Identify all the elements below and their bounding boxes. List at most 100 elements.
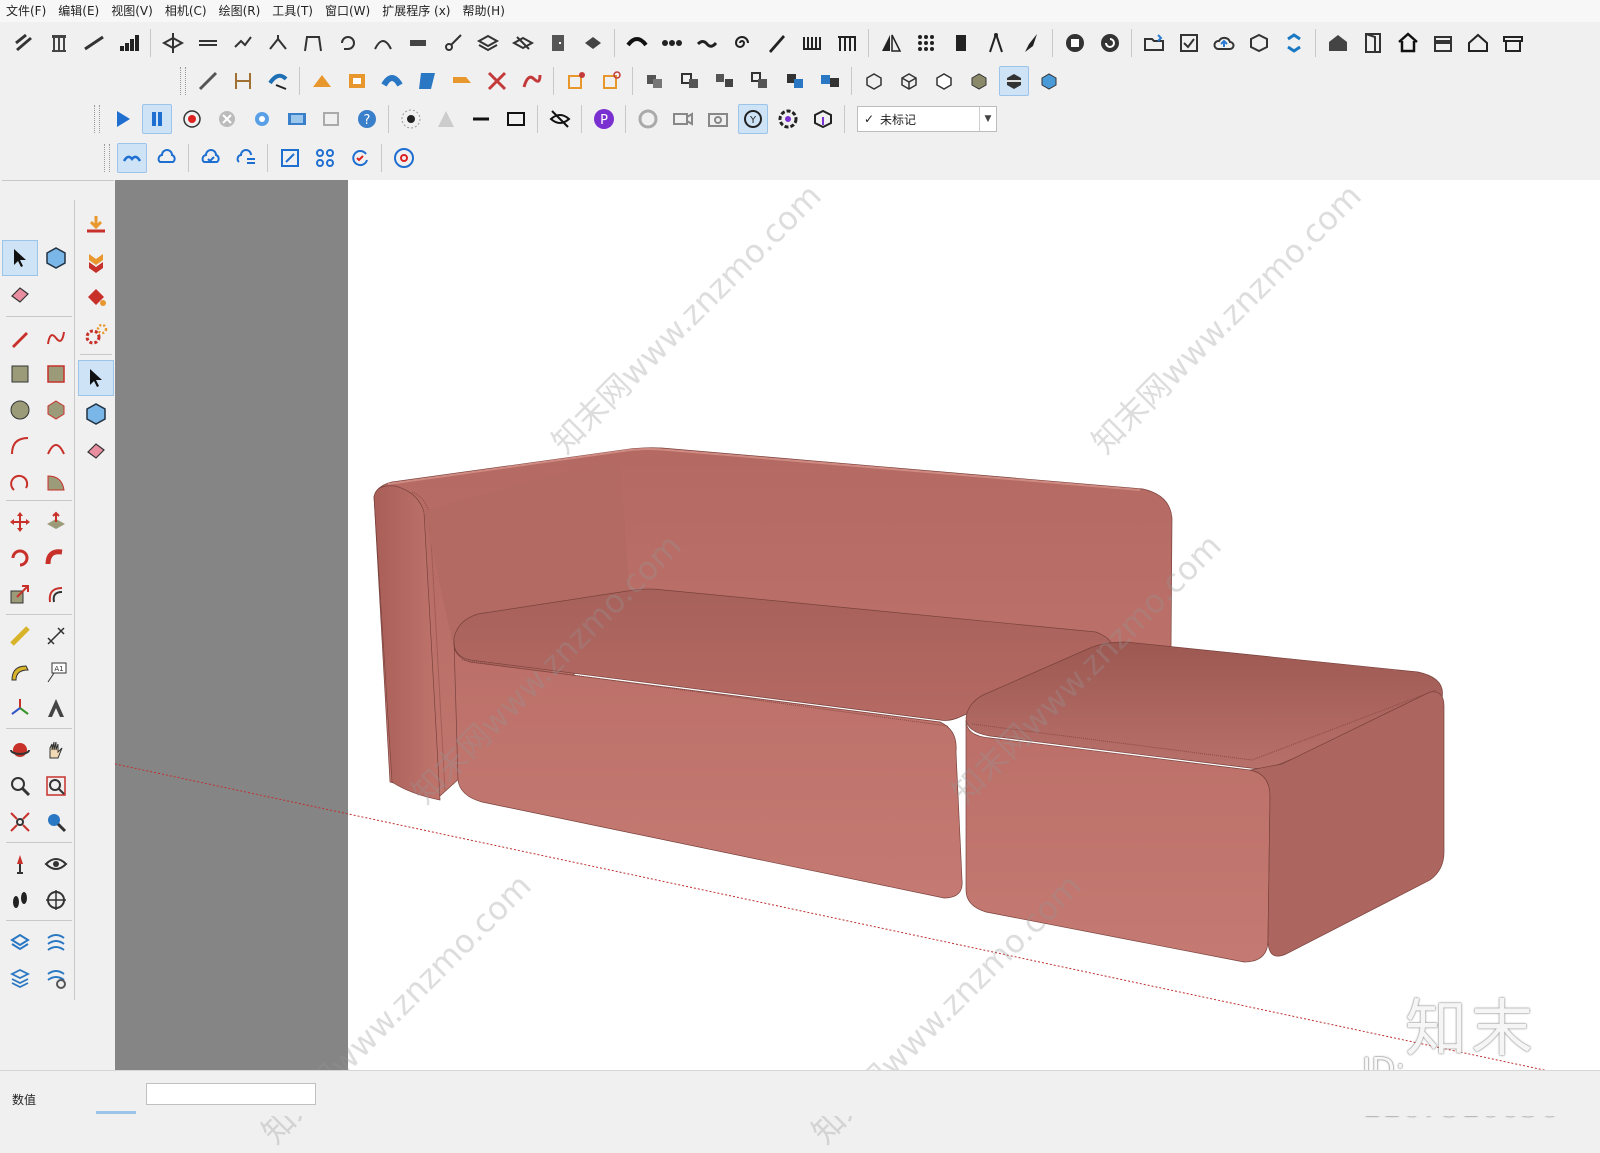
- grid-array-icon[interactable]: [911, 28, 941, 58]
- sync-icon[interactable]: [1279, 28, 1309, 58]
- home-icon[interactable]: [1393, 28, 1423, 58]
- pencil-icon[interactable]: [2, 320, 38, 356]
- sandbox-drape-icon[interactable]: [2, 960, 38, 996]
- follow-me-icon[interactable]: [38, 540, 74, 576]
- play-icon[interactable]: [107, 104, 137, 134]
- eraser-icon[interactable]: [2, 276, 38, 312]
- zoom-window-icon[interactable]: [38, 768, 74, 804]
- skew-icon[interactable]: [412, 66, 442, 96]
- follow-path-icon[interactable]: [263, 66, 293, 96]
- sandbox-contours-icon[interactable]: [2, 924, 38, 960]
- railing-icon[interactable]: [832, 28, 862, 58]
- polygon-tool-icon[interactable]: [38, 392, 74, 428]
- line-extend-icon[interactable]: [193, 66, 223, 96]
- menu-extensions[interactable]: 扩展程序 (x): [376, 0, 456, 22]
- hidden-line-icon[interactable]: [894, 66, 924, 96]
- curve-tool-icon[interactable]: [368, 28, 398, 58]
- push-pull-icon[interactable]: [38, 504, 74, 540]
- previous-view-icon[interactable]: [38, 804, 74, 840]
- filmstrip-icon[interactable]: [282, 104, 312, 134]
- wire-cube-icon[interactable]: [859, 66, 889, 96]
- plane-stack-icon[interactable]: [473, 28, 503, 58]
- dots-chain-icon[interactable]: [657, 28, 687, 58]
- wave-line-icon[interactable]: [692, 28, 722, 58]
- zoom-extents-icon[interactable]: [2, 804, 38, 840]
- stack-cubes-icon[interactable]: [745, 66, 775, 96]
- menu-file[interactable]: 文件(F): [0, 0, 52, 22]
- model-viewport[interactable]: [115, 180, 1600, 1070]
- dimension-tool-icon[interactable]: [38, 618, 74, 654]
- plugin-p-icon[interactable]: P: [589, 104, 619, 134]
- node-line-icon[interactable]: [438, 28, 468, 58]
- door-front-icon[interactable]: [1358, 28, 1388, 58]
- chevron-down-icon[interactable]: ▼: [979, 107, 996, 131]
- stairs-icon[interactable]: [79, 28, 109, 58]
- arc-tool-icon[interactable]: [2, 428, 38, 464]
- section-plane-icon[interactable]: [38, 882, 74, 918]
- menu-help[interactable]: 帮助(H): [456, 0, 510, 22]
- cross-cut-icon[interactable]: [482, 66, 512, 96]
- yaw-icon[interactable]: Y: [737, 104, 768, 134]
- cloud-list-icon[interactable]: [231, 143, 261, 173]
- box-deselect-icon[interactable]: [596, 66, 626, 96]
- box-export-icon[interactable]: [1244, 28, 1274, 58]
- frame-icon[interactable]: [342, 66, 372, 96]
- protractor-icon[interactable]: [2, 654, 38, 690]
- shaded-icon[interactable]: [929, 66, 959, 96]
- cloud-check-icon[interactable]: [196, 143, 226, 173]
- axes-tool-icon[interactable]: [2, 690, 38, 726]
- column-icon[interactable]: [44, 28, 74, 58]
- select-tool-icon[interactable]: [78, 360, 114, 396]
- move-icon[interactable]: [2, 504, 38, 540]
- gears-icon[interactable]: [78, 316, 114, 352]
- record-icon[interactable]: [177, 104, 207, 134]
- arc-2pt-icon[interactable]: [38, 428, 74, 464]
- frames-icon[interactable]: [317, 104, 347, 134]
- panel-icon[interactable]: [946, 28, 976, 58]
- cloud-nodes-icon[interactable]: [152, 143, 182, 173]
- broom-icon[interactable]: [1016, 28, 1046, 58]
- component-icon[interactable]: [38, 240, 74, 276]
- freehand-icon[interactable]: [38, 320, 74, 356]
- split-icon[interactable]: [263, 28, 293, 58]
- cloud-link-icon[interactable]: [116, 143, 147, 173]
- rectangle-tool-icon[interactable]: [2, 356, 38, 392]
- xray-icon[interactable]: [1034, 66, 1064, 96]
- wedge-icon[interactable]: [447, 66, 477, 96]
- mirror-icon[interactable]: [876, 28, 906, 58]
- camera-icon[interactable]: [703, 104, 733, 134]
- cloud-upload-icon[interactable]: [1209, 28, 1239, 58]
- import-arrow-icon[interactable]: [78, 208, 114, 244]
- spiral-icon[interactable]: [727, 28, 757, 58]
- pie-tool-icon[interactable]: [38, 464, 74, 500]
- box-select-icon[interactable]: [561, 66, 591, 96]
- textured-icon[interactable]: [964, 66, 994, 96]
- zoom-icon[interactable]: [2, 768, 38, 804]
- point-icon[interactable]: [396, 104, 426, 134]
- settings-gear-icon[interactable]: [247, 104, 277, 134]
- door-icon[interactable]: [543, 28, 573, 58]
- rotate-line-icon[interactable]: [333, 28, 363, 58]
- scale-icon[interactable]: [2, 576, 38, 612]
- refresh-circle-icon[interactable]: [1095, 28, 1125, 58]
- offset-icon[interactable]: [38, 576, 74, 612]
- help-icon[interactable]: ?: [352, 104, 382, 134]
- line-icon[interactable]: [466, 104, 496, 134]
- look-around-icon[interactable]: [38, 846, 74, 882]
- download-chevron-icon[interactable]: [78, 244, 114, 280]
- dimension-icon[interactable]: [228, 66, 258, 96]
- crop-icon[interactable]: [275, 143, 305, 173]
- box-down-icon[interactable]: [808, 104, 838, 134]
- layers-plus-icon[interactable]: [158, 28, 188, 58]
- pen-flag-icon[interactable]: [762, 28, 792, 58]
- component-cubes-icon[interactable]: [675, 66, 705, 96]
- rotated-rect-icon[interactable]: [38, 356, 74, 392]
- tag-select[interactable]: ✓ 未标记 ▼: [857, 106, 997, 132]
- chrome-icon[interactable]: [389, 143, 419, 173]
- storefront-icon[interactable]: [1498, 28, 1528, 58]
- shape-bender-icon[interactable]: [9, 28, 39, 58]
- comb-icon[interactable]: [797, 28, 827, 58]
- menu-edit[interactable]: 编辑(E): [52, 0, 105, 22]
- arc-bold-icon[interactable]: [622, 28, 652, 58]
- slab-icon[interactable]: [403, 28, 433, 58]
